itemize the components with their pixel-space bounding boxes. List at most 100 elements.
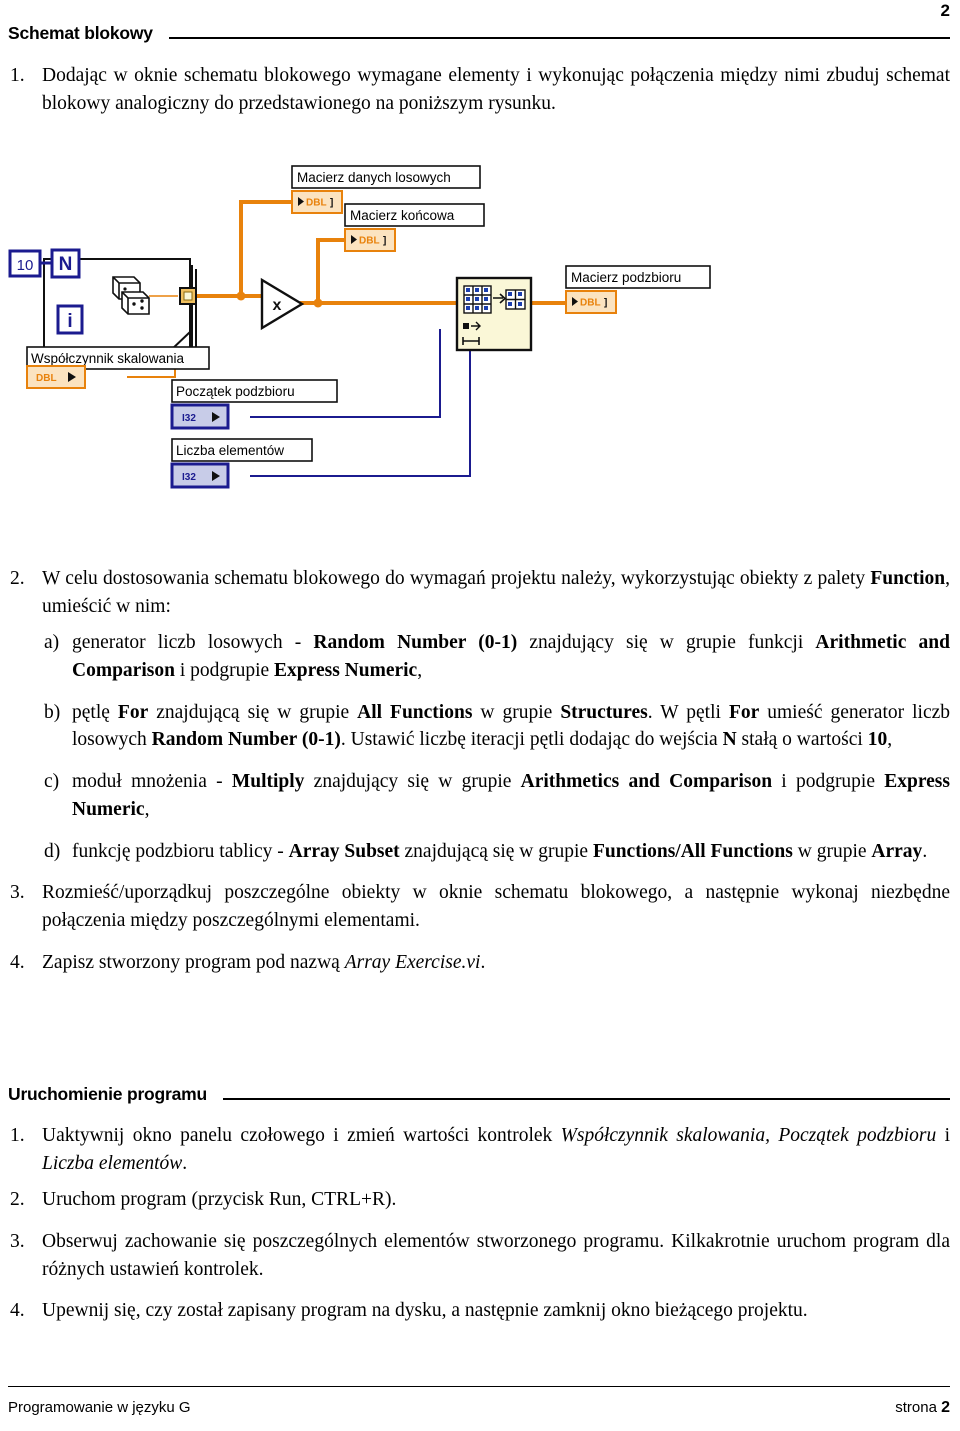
text-run-bold: Structures (560, 701, 648, 723)
indicator-macierz-podzbioru: Macierz podzbioru DBL ] (565, 265, 711, 314)
list-marker: 4. (10, 1300, 25, 1322)
terminal-type: DBL (36, 373, 57, 384)
heading-rule (168, 37, 950, 40)
list-item-a: a) generator liczb losowych - Random Num… (42, 629, 950, 684)
section-heading-uruchomienie-programu: Uruchomienie programu (8, 1084, 950, 1104)
list-marker: 3. (10, 1231, 25, 1253)
indicator-macierz-koncowa: Macierz końcowa DBL ] (344, 203, 485, 252)
text-run-bold: All Functions (357, 701, 473, 723)
text-run: . (182, 1152, 188, 1174)
list-schemat-item1: 1. Dodając w oknie schematu blokowego wy… (8, 62, 950, 126)
list-marker: 2. (10, 1189, 25, 1211)
list-text: Zapisz stworzony program pod nazwą Array… (42, 949, 950, 977)
section-title: Schemat blokowy (8, 23, 153, 43)
section-title: Uruchomienie programu (8, 1084, 208, 1104)
list-text: pętlę For znajdującą się w grupie All Fu… (72, 699, 950, 754)
text-run: znajdującą się w grupie (399, 840, 593, 862)
svg-text:]: ] (383, 236, 386, 247)
list-item: 4. Upewnij się, czy został zapisany prog… (8, 1297, 950, 1325)
text-run: . (922, 840, 928, 862)
footer-page-number: 2 (941, 1399, 950, 1416)
text-run: . Ustawić liczbę iteracji pętli dodając … (340, 729, 723, 751)
list-item-b: b) pętlę For znajdującą się w grupie All… (42, 699, 950, 754)
text-run-bold: Array (871, 840, 923, 862)
text-run-italic: Współczynnik skalowania, Początek podzbi… (560, 1125, 937, 1146)
text-run: generator liczb losowych - (72, 632, 314, 654)
list-text: Rozmieść/uporządkuj poszczególne obiekty… (42, 882, 950, 931)
control-label: Początek podzbioru (176, 384, 295, 399)
indicator-label: Macierz podzbioru (571, 270, 681, 285)
list-text: funkcję podzbioru tablicy - Array Subset… (72, 838, 950, 866)
list-text: Dodając w oknie schematu blokowego wymag… (42, 65, 950, 114)
list-marker: c) (44, 771, 60, 793)
text-run-bold: Functions/All Functions (592, 840, 793, 862)
list-marker: 4. (10, 951, 25, 973)
list-text: Upewnij się, czy został zapisany program… (42, 1300, 808, 1322)
list-schemat-item2: 2. W celu dostosowania schematu blokoweg… (8, 565, 950, 990)
control-poczatek-podzbioru: Początek podzbioru I32 (170, 379, 338, 430)
text-run: Uaktywnij okno panelu czołowego i zmień … (42, 1125, 561, 1146)
document-page: 2 Schemat blokowy 1. Dodając w oknie sch… (0, 0, 960, 1431)
text-run-italic: Array Exercise.vi (344, 951, 481, 973)
array-subset-node (455, 276, 533, 352)
text-run: Zapisz stworzony program pod nazwą (42, 951, 345, 973)
heading-rule (223, 1098, 950, 1101)
loop-output-tunnel (179, 287, 197, 305)
text-run: znajdujący się w grupie funkcji (517, 632, 816, 654)
svg-text:]: ] (604, 298, 607, 309)
text-run-bold: N (722, 729, 737, 751)
terminal-type: DBL (359, 236, 380, 247)
footer-page-label: strona (895, 1399, 937, 1416)
section-heading-schemat-blokowy: Schemat blokowy (8, 23, 950, 43)
text-run: znajdującą się w grupie (148, 701, 358, 723)
text-run: , (887, 729, 893, 751)
list-marker: b) (44, 701, 61, 723)
text-run: . W pętli (647, 701, 729, 723)
text-run: . (480, 951, 486, 973)
list-item: 3. Rozmieść/uporządkuj poszczególne obie… (8, 879, 950, 934)
list-text: Uaktywnij okno panelu czołowego i zmień … (42, 1122, 950, 1177)
text-run: w grupie (792, 840, 872, 862)
text-run-bold: Random Number (0-1) (313, 632, 518, 654)
footer-right: strona 2 (895, 1399, 950, 1417)
list-item: 4. Zapisz stworzony program pod nazwą Ar… (8, 949, 950, 977)
text-run: w grupie (472, 701, 561, 723)
list-item: 3. Obserwuj zachowanie się poszczególnyc… (8, 1228, 950, 1283)
page-number-top: 2 (940, 1, 950, 20)
list-text: Obserwuj zachowanie się poszczególnych e… (42, 1231, 950, 1280)
svg-text:]: ] (330, 198, 333, 209)
wire-junction-dot (313, 298, 323, 308)
text-run: i podgrupie (174, 660, 275, 682)
list-marker: 2. (10, 568, 25, 589)
indicator-label: Macierz końcowa (350, 208, 455, 223)
text-run-bold: For (117, 701, 149, 723)
terminal-type: DBL (306, 198, 327, 209)
control-label: Liczba elementów (176, 443, 284, 458)
loop-count-terminal-N: N (50, 248, 81, 279)
list-item-c: c) moduł mnożenia - Multiply znajdujący … (42, 768, 950, 823)
list-item: 1. Dodając w oknie schematu blokowego wy… (8, 62, 950, 117)
list-marker: a) (44, 632, 60, 654)
text-run-bold: Random Number (0-1) (151, 729, 341, 751)
text-run-italic: Liczba elementów (42, 1152, 183, 1174)
list-marker: d) (44, 840, 61, 862)
text-run-bold: 10 (867, 729, 888, 751)
text-run: funkcję podzbioru tablicy - (72, 840, 289, 862)
list-item: 2. W celu dostosowania schematu blokoweg… (8, 565, 950, 620)
control-label: Współczynnik skalowania (31, 351, 185, 366)
page-footer: Programowanie w języku G strona 2 (8, 1399, 950, 1417)
control-liczba-elementow: Liczba elementów I32 (170, 438, 313, 489)
text-run: i (936, 1125, 950, 1146)
terminal-type: I32 (182, 413, 196, 424)
footer-rule (8, 1386, 950, 1387)
list-text: Uruchom program (przycisk Run, CTRL+R). (42, 1189, 397, 1211)
text-run-bold: Function (870, 568, 946, 589)
indicator-label: Macierz danych losowych (297, 170, 451, 185)
multiply-symbol: x (273, 297, 282, 314)
text-run: W celu dostosowania schematu blokowego d… (42, 568, 871, 589)
terminal-type: I32 (182, 472, 196, 483)
text-run: znajdujący się w grupie (304, 771, 521, 793)
list-item-d: d) funkcję podzbioru tablicy - Array Sub… (42, 838, 950, 866)
text-run-bold: Array Subset (288, 840, 400, 862)
labview-block-diagram-figure: .lbl-txt { font-family: "Liberation Sans… (0, 140, 960, 540)
